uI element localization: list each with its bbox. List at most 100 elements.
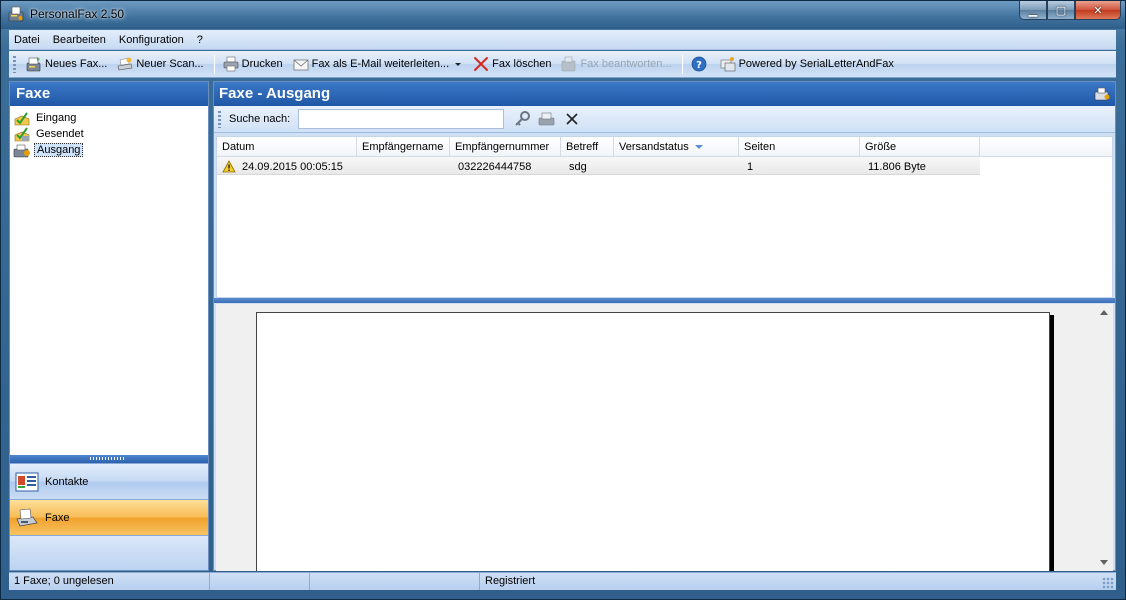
- dropdown-arrow-icon[interactable]: [453, 56, 463, 72]
- column-label: Seiten: [744, 141, 776, 153]
- serialletter-icon: [720, 57, 735, 72]
- inbox-icon: [14, 111, 30, 125]
- reply-fax-label: Fax beantworten...: [580, 58, 672, 70]
- nav-button-kontakte[interactable]: Kontakte: [10, 463, 208, 499]
- help-icon: ?: [691, 56, 706, 72]
- outbox-icon: [13, 144, 30, 157]
- delete-fax-label: Fax löschen: [492, 58, 552, 70]
- status-panel-3: [310, 573, 480, 590]
- status-bar: 1 Faxe; 0 ungelesen Registriert: [9, 572, 1116, 590]
- minimize-icon: ▁: [1028, 3, 1038, 17]
- menu-datei[interactable]: Datei: [14, 34, 40, 46]
- clear-search-button[interactable]: [562, 109, 582, 129]
- column-label: Betreff: [566, 141, 599, 153]
- sent-icon: [14, 126, 30, 141]
- scanner-icon: [117, 57, 133, 71]
- status-registration: Registriert: [485, 575, 536, 587]
- new-fax-icon: [26, 57, 41, 72]
- groesse-value: 11.806 Byte: [868, 160, 926, 173]
- cell-empfaengernummer: 032226444758: [450, 157, 561, 174]
- column-header-empfaengernummer[interactable]: Empfängernummer: [450, 137, 561, 156]
- datum-value: 24.09.2015 00:05:15: [242, 160, 343, 173]
- folder-label: Eingang: [36, 112, 77, 124]
- menu-bearbeiten[interactable]: Bearbeiten: [53, 34, 106, 46]
- cell-empfaengername: [357, 157, 450, 174]
- column-header-versandstatus[interactable]: Versandstatus: [614, 137, 739, 156]
- forward-email-label: Fax als E-Mail weiterleiten...: [311, 58, 450, 70]
- nav-button-area: [10, 535, 208, 570]
- help-button[interactable]: ?: [687, 53, 714, 75]
- cell-seiten: 1: [739, 157, 860, 174]
- print-button[interactable]: Drucken: [219, 53, 287, 75]
- title-bar[interactable]: PersonalFax 2.50 ▁ ▢ ✕: [1, 1, 1125, 29]
- scroll-up-icon[interactable]: [1100, 310, 1108, 315]
- new-fax-button[interactable]: Neues Fax...: [22, 53, 111, 75]
- maximize-button[interactable]: ▢: [1047, 1, 1075, 20]
- nav-button-faxe[interactable]: Faxe: [10, 499, 208, 535]
- nav-button-label: Faxe: [45, 511, 70, 524]
- sort-descending-icon: [694, 145, 703, 150]
- column-header-groesse[interactable]: Größe: [860, 137, 980, 156]
- printer-icon: [223, 56, 238, 72]
- search-key-icon: [515, 111, 531, 126]
- table-row[interactable]: 24.09.2015 00:05:15 032226444758 sdg 1 1…: [217, 157, 980, 175]
- powered-by-link[interactable]: Powered by SerialLetterAndFax: [716, 53, 898, 75]
- folder-item-gesendet[interactable]: Gesendet: [13, 126, 205, 142]
- new-scan-button[interactable]: Neuer Scan...: [113, 53, 207, 75]
- column-header-seiten[interactable]: Seiten: [739, 137, 860, 156]
- delete-x-icon: [474, 57, 489, 71]
- fax-machine-icon: [16, 508, 38, 526]
- window-title: PersonalFax 2.50: [30, 7, 125, 21]
- navigation-pane: Faxe Eingang Gesendet Ausgang Kontakte F…: [9, 81, 209, 571]
- empfaengernummer-value: 032226444758: [458, 160, 532, 173]
- app-fax-icon: [8, 6, 24, 22]
- maximize-icon: ▢: [1055, 3, 1067, 17]
- reply-fax-icon: [562, 56, 576, 72]
- content-pane-header: Faxe - Ausgang: [214, 82, 1115, 106]
- clear-x-icon: [566, 113, 578, 125]
- preview-splitter[interactable]: [214, 298, 1115, 303]
- folder-label: Ausgang: [34, 143, 84, 157]
- content-pane: Faxe - Ausgang Suche nach: Datum Empfäng…: [213, 81, 1116, 571]
- column-header-betreff[interactable]: Betreff: [561, 137, 614, 156]
- folder-item-ausgang[interactable]: Ausgang: [13, 142, 205, 158]
- forward-email-button[interactable]: Fax als E-Mail weiterleiten...: [289, 53, 468, 75]
- reply-fax-button[interactable]: Fax beantworten...: [557, 53, 675, 75]
- nav-splitter[interactable]: [10, 455, 208, 463]
- column-label: Datum: [222, 141, 255, 153]
- close-button[interactable]: ✕: [1075, 1, 1121, 20]
- new-scan-label: Neuer Scan...: [136, 58, 204, 70]
- preview-scrollbar[interactable]: [1096, 304, 1113, 571]
- search-button[interactable]: [512, 109, 532, 129]
- delete-fax-button[interactable]: Fax löschen: [469, 53, 555, 75]
- fax-page-preview: [256, 312, 1050, 571]
- folder-label: Gesendet: [36, 128, 84, 140]
- column-header-empfaengername[interactable]: Empfängername: [357, 137, 450, 156]
- powered-by-label: Powered by SerialLetterAndFax: [738, 58, 894, 70]
- advanced-search-button[interactable]: [537, 109, 557, 129]
- menu-help[interactable]: ?: [197, 34, 203, 46]
- toolbar-grip[interactable]: [13, 55, 16, 73]
- column-label: Versandstatus: [619, 141, 689, 153]
- table-header: Datum Empfängername Empfängernummer Betr…: [217, 137, 1112, 157]
- toolbar-separator: [681, 54, 683, 74]
- window-controls: ▁ ▢ ✕: [1019, 1, 1121, 20]
- warning-icon: [222, 160, 236, 173]
- contacts-icon: [15, 472, 39, 491]
- scroll-down-icon[interactable]: [1100, 560, 1108, 565]
- cell-versandstatus: [614, 157, 739, 174]
- search-input[interactable]: [298, 109, 505, 129]
- column-header-datum[interactable]: Datum: [217, 137, 357, 156]
- folder-item-eingang[interactable]: Eingang: [13, 110, 205, 126]
- search-toolbar-grip[interactable]: [218, 110, 221, 128]
- email-icon: [293, 59, 308, 71]
- betreff-value: sdg: [569, 160, 587, 173]
- cell-datum: 24.09.2015 00:05:15: [217, 157, 357, 174]
- resize-grip[interactable]: [1102, 577, 1114, 589]
- minimize-button[interactable]: ▁: [1019, 1, 1047, 20]
- svg-text:?: ?: [696, 60, 702, 71]
- splitter-grip: [90, 457, 126, 460]
- menu-bar: Datei Bearbeiten Konfiguration ?: [9, 30, 1116, 50]
- cell-betreff: sdg: [561, 157, 614, 174]
- menu-konfiguration[interactable]: Konfiguration: [119, 34, 184, 46]
